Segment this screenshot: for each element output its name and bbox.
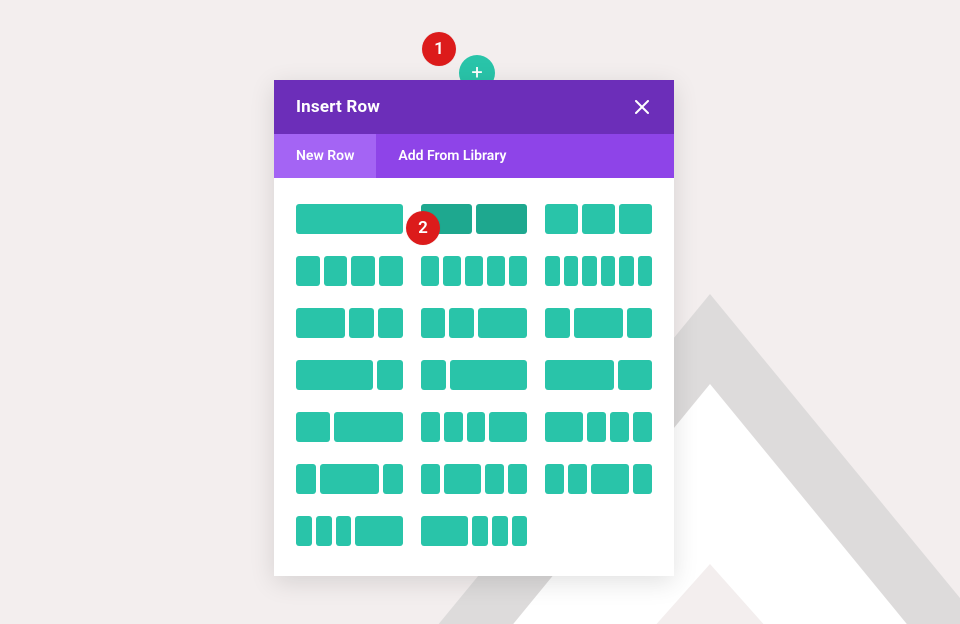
- layout-column: [421, 360, 447, 390]
- layout-column: [351, 256, 375, 286]
- layout-column: [472, 516, 488, 546]
- layout-column: [610, 412, 629, 442]
- layout-option-19[interactable]: [421, 516, 528, 546]
- layout-column: [638, 256, 652, 286]
- layout-column: [545, 256, 559, 286]
- layout-column: [619, 256, 633, 286]
- layout-column: [465, 256, 483, 286]
- layout-column: [336, 516, 352, 546]
- layout-column: [421, 412, 440, 442]
- layout-column: [449, 308, 474, 338]
- layout-option-14[interactable]: [545, 412, 652, 442]
- layout-column: [492, 516, 508, 546]
- layout-option-3[interactable]: [296, 256, 403, 286]
- layout-column: [618, 360, 652, 390]
- modal-title: Insert Row: [296, 97, 380, 117]
- layout-column: [324, 256, 348, 286]
- layout-column: [443, 256, 461, 286]
- layout-column: [545, 412, 583, 442]
- layout-column: [296, 412, 330, 442]
- modal-tabs: New Row Add From Library: [274, 134, 674, 178]
- layout-option-12[interactable]: [296, 412, 403, 442]
- layout-column: [627, 308, 652, 338]
- layout-column: [467, 412, 486, 442]
- layout-column: [379, 256, 403, 286]
- layout-column: [296, 516, 312, 546]
- layout-column: [296, 360, 373, 390]
- layout-column: [349, 308, 374, 338]
- close-icon: [635, 100, 649, 114]
- tab-new-row[interactable]: New Row: [274, 134, 376, 178]
- layout-column: [296, 256, 320, 286]
- layout-column: [509, 256, 527, 286]
- layout-column: [421, 256, 439, 286]
- layout-column: [296, 204, 403, 234]
- layout-option-16[interactable]: [421, 464, 528, 494]
- tab-add-from-library[interactable]: Add From Library: [376, 134, 528, 178]
- layout-column: [450, 360, 527, 390]
- layout-column: [316, 516, 332, 546]
- callout-badge-1: 1: [422, 32, 456, 66]
- layout-option-8[interactable]: [545, 308, 652, 338]
- layout-column: [582, 256, 596, 286]
- layout-option-7[interactable]: [421, 308, 528, 338]
- layout-option-2[interactable]: [545, 204, 652, 234]
- layout-column: [545, 204, 578, 234]
- layout-column: [320, 464, 379, 494]
- layout-column: [508, 464, 527, 494]
- layout-column: [334, 412, 402, 442]
- layout-column: [587, 412, 606, 442]
- callout-badge-2: 2: [406, 211, 440, 245]
- layout-column: [478, 308, 527, 338]
- layout-column: [545, 464, 564, 494]
- close-button[interactable]: [628, 93, 656, 121]
- layout-column: [601, 256, 615, 286]
- layout-column: [378, 308, 403, 338]
- layout-option-18[interactable]: [296, 516, 403, 546]
- layout-option-4[interactable]: [421, 256, 528, 286]
- layout-option-11[interactable]: [545, 360, 652, 390]
- layout-option-17[interactable]: [545, 464, 652, 494]
- layout-column: [444, 464, 482, 494]
- layout-column: [421, 516, 468, 546]
- layout-column: [512, 516, 528, 546]
- layout-column: [421, 464, 440, 494]
- layout-column: [476, 204, 527, 234]
- layout-column: [633, 412, 652, 442]
- layout-column: [296, 308, 345, 338]
- layout-option-6[interactable]: [296, 308, 403, 338]
- layout-option-13[interactable]: [421, 412, 528, 442]
- modal-header: Insert Row: [274, 80, 674, 134]
- layout-option-5[interactable]: [545, 256, 652, 286]
- layout-column: [545, 308, 570, 338]
- layout-column: [591, 464, 629, 494]
- layout-column: [355, 516, 402, 546]
- layout-column: [582, 204, 615, 234]
- layout-option-9[interactable]: [296, 360, 403, 390]
- layout-column: [487, 256, 505, 286]
- layout-column: [545, 360, 613, 390]
- modal-body: [274, 178, 674, 576]
- layout-column: [564, 256, 578, 286]
- layout-column: [485, 464, 504, 494]
- layout-column: [489, 412, 527, 442]
- layout-option-15[interactable]: [296, 464, 403, 494]
- layout-column: [574, 308, 623, 338]
- layout-option-10[interactable]: [421, 360, 528, 390]
- layout-column: [383, 464, 403, 494]
- layout-column: [296, 464, 316, 494]
- layout-grid: [296, 204, 652, 546]
- plus-icon: +: [471, 62, 482, 82]
- layout-column: [619, 204, 652, 234]
- layout-column: [633, 464, 652, 494]
- layout-option-0[interactable]: [296, 204, 403, 234]
- layout-column: [421, 308, 446, 338]
- insert-row-modal: Insert Row New Row Add From Library: [274, 80, 674, 576]
- layout-column: [377, 360, 403, 390]
- layout-column: [568, 464, 587, 494]
- layout-column: [444, 412, 463, 442]
